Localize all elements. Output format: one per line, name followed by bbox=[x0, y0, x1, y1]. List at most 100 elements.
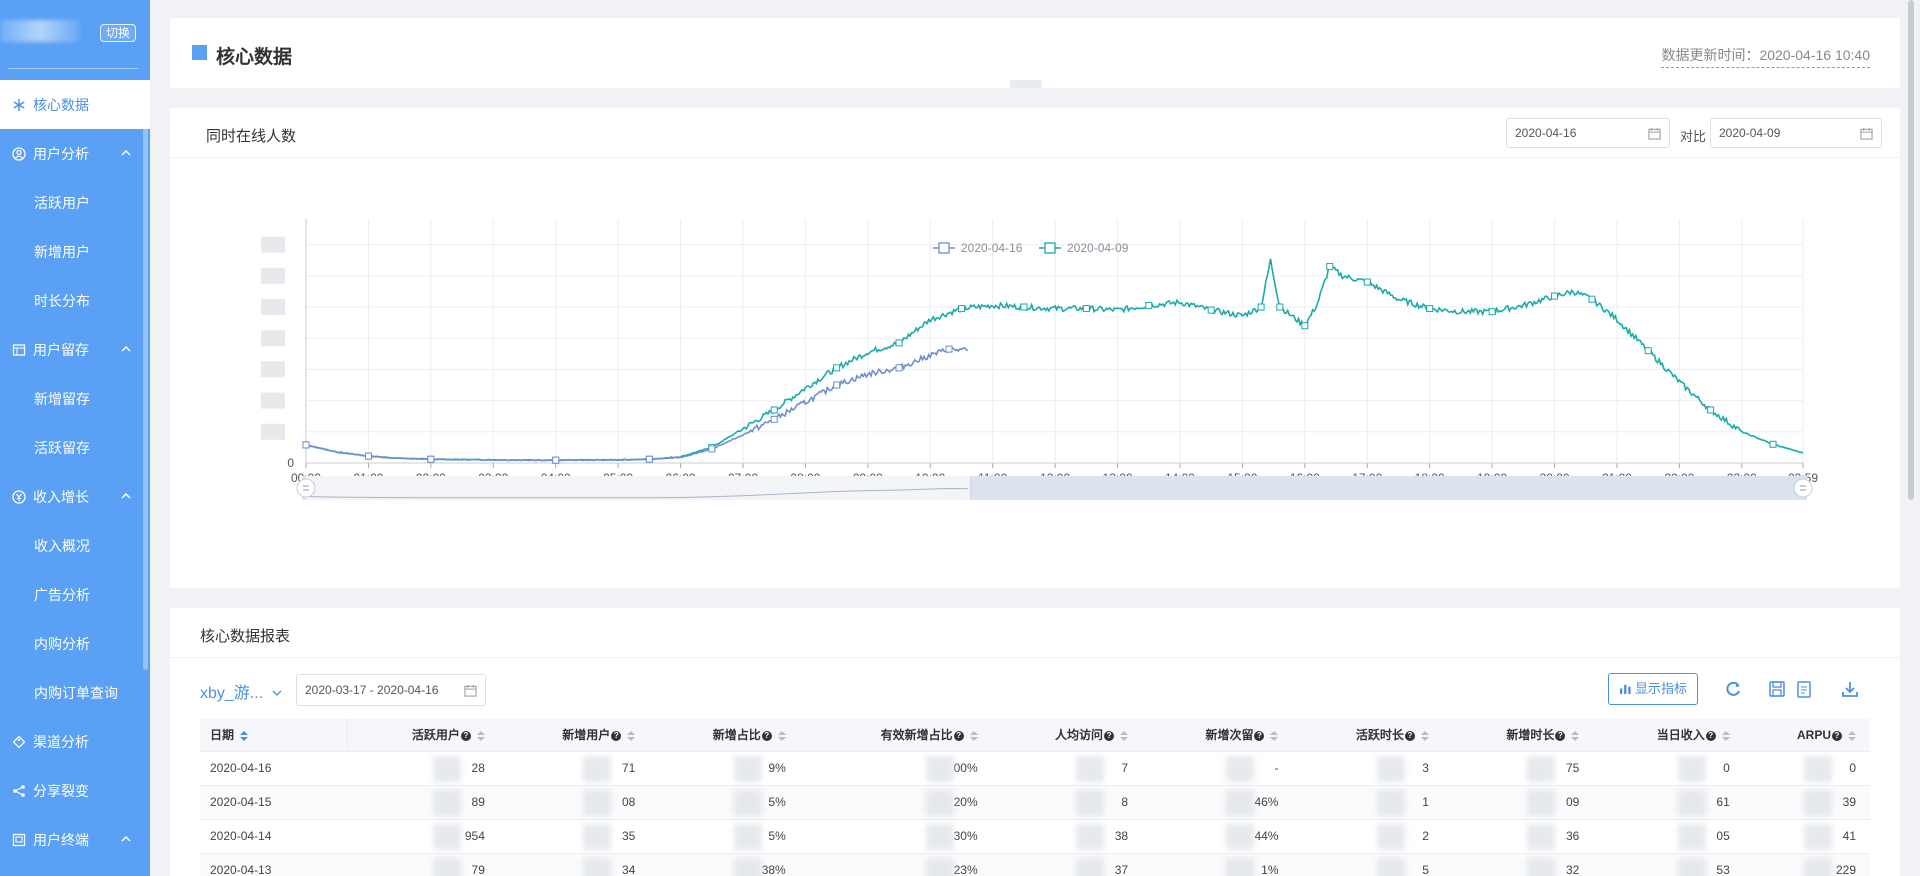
sidebar-item-9[interactable]: 收入概况 bbox=[0, 521, 150, 570]
sort-icon[interactable] bbox=[1420, 731, 1429, 742]
sidebar-item-1[interactable]: 用户分析 bbox=[0, 129, 150, 178]
data-point[interactable] bbox=[895, 339, 903, 347]
sort-icon[interactable] bbox=[1721, 731, 1730, 742]
data-point[interactable] bbox=[1145, 301, 1153, 309]
sidebar-item-8[interactable]: 收入增长 bbox=[0, 472, 150, 521]
save-icon[interactable] bbox=[1767, 679, 1787, 699]
sidebar-item-6[interactable]: 新增留存 bbox=[0, 374, 150, 423]
refresh-icon[interactable] bbox=[1723, 679, 1743, 699]
data-point[interactable] bbox=[1363, 278, 1371, 286]
game-select[interactable]: xby_游... bbox=[200, 679, 282, 703]
sidebar-item-5[interactable]: 用户留存 bbox=[0, 325, 150, 374]
switch-button[interactable]: 切换 bbox=[100, 24, 137, 42]
data-point[interactable] bbox=[364, 452, 372, 460]
sort-icon[interactable] bbox=[476, 731, 485, 742]
sidebar-item-15[interactable]: 用户终端 bbox=[0, 815, 150, 864]
data-point[interactable] bbox=[1707, 406, 1715, 414]
data-point[interactable] bbox=[833, 364, 841, 372]
sort-icon[interactable] bbox=[1120, 731, 1129, 742]
table-row[interactable]: 2020-04-14 954 35 5% 30% 38 44% 2 36 05 41 bbox=[200, 819, 1870, 854]
legend-marker[interactable] bbox=[1044, 242, 1056, 254]
data-point[interactable] bbox=[302, 441, 310, 449]
sidebar-item-3[interactable]: 新增用户 bbox=[0, 227, 150, 276]
date-picker-compare[interactable]: 2020-04-09 bbox=[1710, 118, 1882, 148]
show-metrics-button[interactable]: 显示指标 bbox=[1608, 673, 1699, 705]
column-header[interactable]: 当日收入? bbox=[1593, 719, 1744, 752]
data-point[interactable] bbox=[895, 364, 903, 372]
chevron-up-icon[interactable] bbox=[120, 490, 132, 502]
chevron-up-icon[interactable] bbox=[120, 147, 132, 159]
help-icon[interactable]: ? bbox=[1705, 731, 1716, 742]
sidebar-item-0[interactable]: 核心数据 bbox=[0, 80, 150, 129]
data-point[interactable] bbox=[1551, 292, 1559, 300]
column-header[interactable]: 新增次留? bbox=[1142, 719, 1293, 752]
zoom-handle-left[interactable] bbox=[296, 478, 316, 498]
sort-icon[interactable] bbox=[1571, 731, 1580, 742]
download-icon[interactable] bbox=[1840, 679, 1860, 699]
sort-icon[interactable] bbox=[1848, 730, 1856, 741]
data-point[interactable] bbox=[1588, 295, 1596, 303]
sidebar-scrollbar[interactable] bbox=[143, 80, 148, 670]
column-header[interactable]: 活跃用户? bbox=[347, 719, 499, 752]
help-icon[interactable]: ? bbox=[761, 731, 772, 742]
sort-icon[interactable] bbox=[240, 731, 249, 742]
column-header[interactable]: 新增用户? bbox=[498, 719, 650, 752]
data-point[interactable] bbox=[1326, 262, 1334, 270]
column-header[interactable]: 新增时长? bbox=[1442, 719, 1594, 752]
help-icon[interactable]: ? bbox=[460, 731, 471, 742]
data-point[interactable] bbox=[1488, 308, 1496, 316]
column-header[interactable]: 活跃时长? bbox=[1292, 719, 1443, 752]
legend-label[interactable]: 2020-04-16 bbox=[961, 241, 1023, 255]
sidebar-item-7[interactable]: 活跃留存 bbox=[0, 423, 150, 472]
data-point[interactable] bbox=[1301, 322, 1309, 330]
chevron-up-icon[interactable] bbox=[120, 343, 132, 355]
date-picker-primary[interactable]: 2020-04-16 bbox=[1506, 118, 1670, 148]
data-point[interactable] bbox=[645, 455, 653, 463]
legend-marker[interactable] bbox=[938, 242, 950, 254]
help-icon[interactable]: ? bbox=[1832, 730, 1842, 741]
help-icon[interactable]: ? bbox=[1254, 731, 1265, 742]
sidebar-item-13[interactable]: 渠道分析 bbox=[0, 717, 150, 766]
sort-icon[interactable] bbox=[969, 731, 978, 742]
data-point[interactable] bbox=[427, 455, 435, 463]
sidebar-item-10[interactable]: 广告分析 bbox=[0, 570, 150, 619]
page-scrollbar[interactable] bbox=[1908, 0, 1914, 500]
column-header[interactable]: 日期 bbox=[200, 719, 349, 752]
date-range-picker[interactable]: 2020-03-17 - 2020-04-16 bbox=[296, 674, 486, 706]
sidebar-item-4[interactable]: 时长分布 bbox=[0, 276, 150, 325]
help-icon[interactable]: ? bbox=[611, 731, 622, 742]
data-point[interactable] bbox=[770, 406, 778, 414]
sidebar-item-2[interactable]: 活跃用户 bbox=[0, 178, 150, 227]
column-header[interactable]: 新增占比? bbox=[649, 719, 800, 752]
sidebar-item-12[interactable]: 内购订单查询 bbox=[0, 668, 150, 717]
data-point[interactable] bbox=[1257, 303, 1265, 311]
data-point[interactable] bbox=[1769, 440, 1777, 448]
chevron-up-icon[interactable] bbox=[120, 833, 132, 845]
help-icon[interactable]: ? bbox=[953, 731, 964, 742]
copy-icon[interactable] bbox=[1794, 679, 1814, 699]
help-icon[interactable]: ? bbox=[1555, 731, 1566, 742]
table-row[interactable]: 2020-04-15 89 08 5% 20% 8 46% 1 09 61 39 bbox=[200, 785, 1870, 820]
table-row[interactable]: 2020-04-16 28 71 9% 00% 7 - 3 75 0 0 bbox=[200, 751, 1870, 786]
data-point[interactable] bbox=[1207, 306, 1215, 314]
data-point[interactable] bbox=[1644, 347, 1652, 355]
help-icon[interactable]: ? bbox=[1104, 731, 1115, 742]
data-point[interactable] bbox=[957, 305, 965, 313]
column-header[interactable]: 有效新增占比? bbox=[799, 719, 992, 752]
sort-icon[interactable] bbox=[1270, 731, 1279, 742]
column-header[interactable]: 人均访问? bbox=[991, 719, 1143, 752]
collapse-handle[interactable] bbox=[1010, 80, 1042, 88]
data-point[interactable] bbox=[945, 345, 953, 353]
sort-icon[interactable] bbox=[777, 731, 786, 742]
data-point[interactable] bbox=[1276, 303, 1284, 311]
sidebar-item-14[interactable]: 分享裂变 bbox=[0, 766, 150, 815]
data-point[interactable] bbox=[708, 445, 716, 453]
data-point[interactable] bbox=[552, 456, 560, 464]
column-header[interactable]: ARPU? bbox=[1743, 719, 1870, 752]
data-point[interactable] bbox=[1082, 305, 1090, 313]
sort-icon[interactable] bbox=[627, 731, 636, 742]
data-point[interactable] bbox=[833, 381, 841, 389]
table-row[interactable]: 2020-04-13 79 34 38% 23% 37 1% 5 32 53 229 bbox=[200, 853, 1870, 876]
data-point[interactable] bbox=[1020, 303, 1028, 311]
data-point[interactable] bbox=[1426, 305, 1434, 313]
